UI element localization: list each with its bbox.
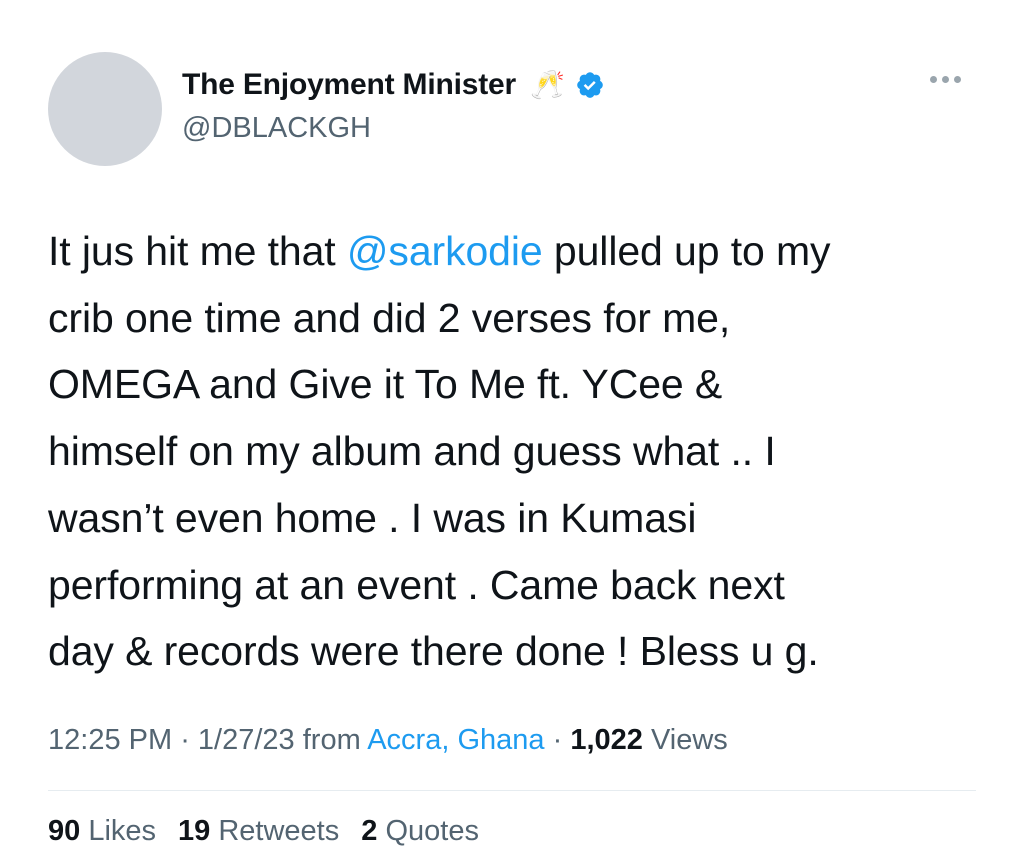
tweet-line: himself on my album and guess what .. I	[48, 428, 776, 475]
tweet-time[interactable]: 12:25 PM	[48, 724, 172, 756]
author-display-name[interactable]: The Enjoyment Minister	[182, 68, 516, 102]
quotes-stat[interactable]: 2 Quotes	[361, 815, 479, 848]
more-dot	[930, 76, 937, 83]
from-label: from	[294, 724, 368, 756]
divider	[48, 790, 976, 791]
clinking-glasses-emoji: 🥂	[529, 69, 565, 100]
location-link[interactable]: Accra, Ghana	[367, 724, 544, 756]
quotes-label: Quotes	[377, 815, 479, 847]
retweets-label: Retweets	[210, 815, 340, 847]
quotes-count: 2	[361, 815, 378, 847]
meta-separator: ·	[172, 724, 198, 756]
author-name-row: The Enjoyment Minister 🥂	[182, 68, 605, 102]
tweet-meta: 12:25 PM · 1/27/23 from Accra, Ghana · 1…	[48, 724, 728, 757]
meta-separator: ·	[544, 724, 571, 756]
retweets-stat[interactable]: 19 Retweets	[178, 815, 339, 848]
engagement-stats: 90 Likes 19 Retweets 2 Quotes	[48, 815, 479, 848]
likes-count: 90	[48, 815, 81, 847]
views-count: 1,022	[570, 724, 643, 756]
author-handle[interactable]: @DBLACKGH	[182, 112, 371, 145]
verified-badge-icon	[575, 70, 605, 100]
tweet-line: day & records were there done ! Bless u …	[48, 628, 819, 675]
likes-stat[interactable]: 90 Likes	[48, 815, 156, 848]
avatar[interactable]	[48, 52, 162, 166]
tweet-line: It jus hit me that @sarkodie pulled up t…	[48, 218, 988, 285]
tweet-text-segment: It jus hit me that	[48, 228, 347, 274]
views-label: Views	[642, 724, 728, 756]
likes-label: Likes	[80, 815, 157, 847]
tweet-line: performing at an event . Came back next	[48, 561, 785, 608]
retweets-count: 19	[178, 815, 211, 847]
mention-link[interactable]: @sarkodie	[347, 228, 543, 274]
more-dot	[954, 76, 961, 83]
more-dot	[942, 76, 949, 83]
more-options-icon[interactable]	[930, 76, 961, 83]
tweet-date[interactable]: 1/27/23	[198, 724, 295, 756]
tweet-line: crib one time and did 2 verses for me,	[48, 294, 731, 341]
tweet-text: It jus hit me that @sarkodie pulled up t…	[48, 218, 988, 685]
tweet-line: wasn’t even home . I was in Kumasi	[48, 494, 697, 541]
tweet-text-segment: pulled up to my	[542, 228, 831, 274]
tweet-line: OMEGA and Give it To Me ft. YCee &	[48, 361, 723, 408]
